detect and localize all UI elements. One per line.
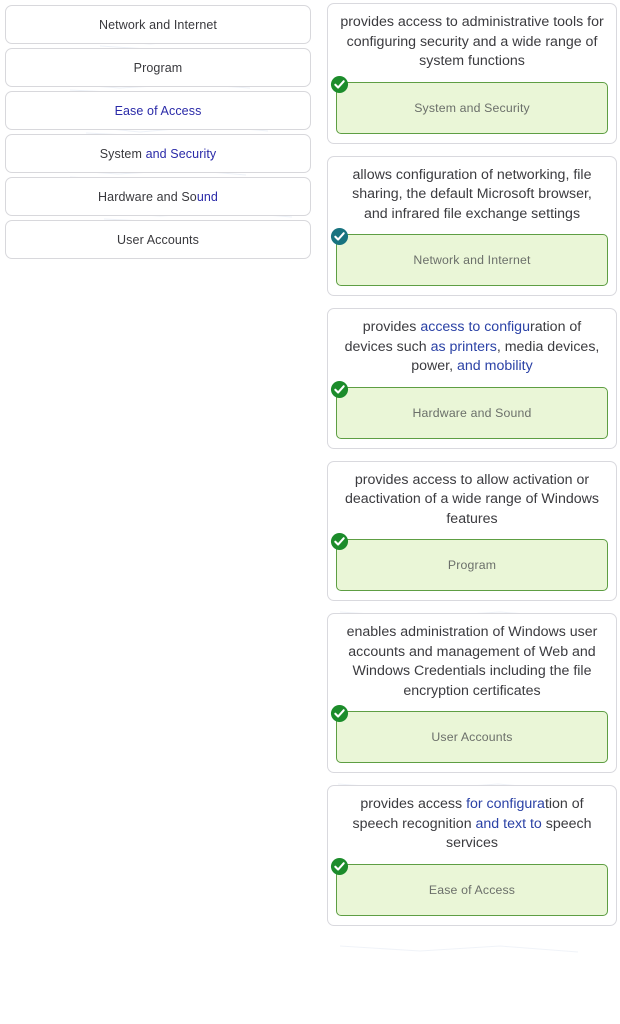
answer-label: Ease of Access <box>428 882 516 897</box>
check-circle-icon <box>330 227 349 246</box>
option-program[interactable]: Program <box>5 48 311 87</box>
match-card: provides access to administrative tools … <box>327 3 617 144</box>
check-circle-icon <box>330 704 349 723</box>
answer-label: System and Security <box>414 100 530 115</box>
option-hardware-and-sound[interactable]: Hardware and Sound <box>5 177 311 216</box>
check-circle-icon <box>330 380 349 399</box>
answer-slot: User Accounts <box>328 704 616 772</box>
match-card: allows configuration of networking, file… <box>327 155 617 296</box>
prompt-text: allows configuration of networking, file… <box>352 166 592 222</box>
answer-slot: Hardware and Sound <box>328 380 616 448</box>
option-label: User Accounts <box>117 232 199 247</box>
match-card: provides access for configuration of spe… <box>327 785 617 926</box>
answer-dropzone[interactable]: Hardware and Sound <box>336 386 608 439</box>
matching-exercise-page: Network and Internet Program Ease of Acc… <box>0 0 620 1024</box>
prompt-text: enables administration of Windows user a… <box>346 624 598 699</box>
answer-slot: Program <box>328 532 616 600</box>
prompt-text: provides access for configuration of spe… <box>352 796 592 851</box>
answer-label: Network and Internet <box>413 253 531 267</box>
option-label: Hardware and Sound <box>98 189 218 204</box>
answer-dropzone[interactable]: System and Security <box>336 81 608 134</box>
answer-dropzone[interactable]: User Accounts <box>336 711 608 763</box>
answer-slot: Network and Internet <box>328 227 616 295</box>
option-label: Ease of Access <box>114 103 202 118</box>
prompt-text: provides access to configuration of devi… <box>344 319 600 374</box>
answer-options-list: Network and Internet Program Ease of Acc… <box>0 0 320 1024</box>
option-user-accounts[interactable]: User Accounts <box>5 220 311 259</box>
option-label: Network and Internet <box>98 17 218 32</box>
option-ease-of-access[interactable]: Ease of Access <box>5 91 311 130</box>
option-label: System and Security <box>99 146 217 161</box>
match-card: enables administration of Windows user a… <box>327 613 617 773</box>
option-network-and-internet[interactable]: Network and Internet <box>5 5 311 44</box>
matched-pairs-list: provides access to administrative tools … <box>320 0 620 1024</box>
answer-label: User Accounts <box>431 730 513 744</box>
answer-slot: System and Security <box>328 75 616 143</box>
prompt-text: provides access to allow activation or d… <box>345 471 599 527</box>
answer-label: Program <box>447 558 497 572</box>
answer-label: Hardware and Sound <box>412 405 532 420</box>
check-circle-icon <box>330 857 349 876</box>
answer-dropzone[interactable]: Network and Internet <box>336 234 608 286</box>
match-card: provides access to configuration of devi… <box>327 308 617 449</box>
answer-slot: Ease of Access <box>328 857 616 925</box>
option-label: Program <box>133 60 183 75</box>
option-system-and-security[interactable]: System and Security <box>5 134 311 173</box>
check-circle-icon <box>330 532 349 551</box>
check-circle-icon <box>330 75 349 94</box>
prompt-text: provides access to administrative tools … <box>340 14 604 69</box>
match-card: provides access to allow activation or d… <box>327 460 617 601</box>
answer-dropzone[interactable]: Ease of Access <box>336 863 608 916</box>
answer-dropzone[interactable]: Program <box>336 539 608 591</box>
